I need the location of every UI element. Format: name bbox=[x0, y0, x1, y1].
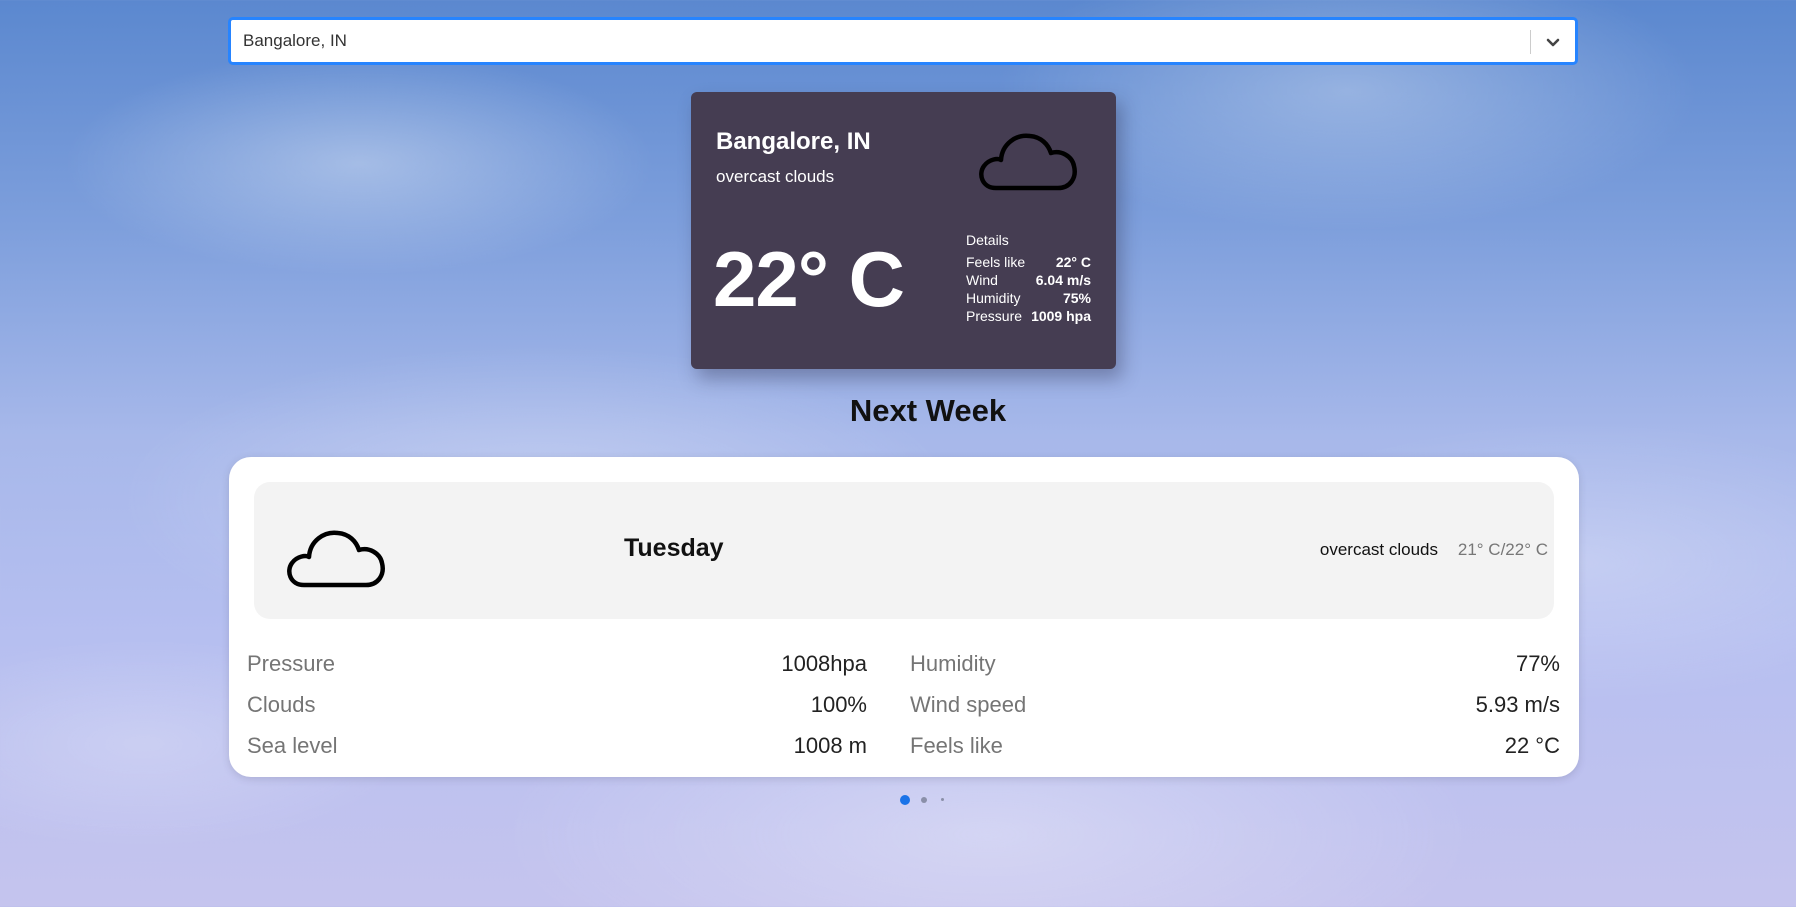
forecast-heading: Next Week bbox=[849, 393, 1007, 428]
carousel-dot-active[interactable] bbox=[900, 795, 910, 805]
forecast-details-left: Pressure 1008hpa Clouds 100% Sea level 1… bbox=[247, 643, 867, 766]
details-value: 75% bbox=[1062, 290, 1091, 306]
carousel-dot[interactable] bbox=[921, 797, 927, 803]
details-value: 6.04 m/s bbox=[1035, 272, 1091, 288]
forecast-detail-label: Clouds bbox=[247, 692, 316, 717]
forecast-detail-row: Humidity 77% bbox=[910, 643, 1560, 684]
dropdown-separator bbox=[1530, 30, 1531, 54]
details-row: Wind 6.04 m/s bbox=[966, 271, 1091, 289]
details-row: Humidity 75% bbox=[966, 289, 1091, 307]
forecast-accordion: Tuesday overcast clouds 21° C/22° C Pres… bbox=[229, 457, 1579, 777]
forecast-detail-row: Sea level 1008 m bbox=[247, 725, 867, 766]
cloud-icon bbox=[974, 118, 1082, 196]
forecast-detail-row: Wind speed 5.93 m/s bbox=[910, 684, 1560, 725]
forecast-detail-row: Feels like 22 °C bbox=[910, 725, 1560, 766]
forecast-day-description: overcast clouds bbox=[1319, 540, 1438, 559]
details-row: Pressure 1009 hpa bbox=[966, 307, 1091, 325]
chevron-down-icon[interactable] bbox=[1541, 30, 1565, 54]
forecast-day-range: 21° C/22° C bbox=[1457, 540, 1548, 559]
carousel-dot[interactable] bbox=[941, 798, 944, 801]
current-temperature: 22° C bbox=[713, 235, 905, 323]
forecast-detail-label: Feels like bbox=[910, 733, 1003, 758]
forecast-detail-label: Wind speed bbox=[910, 692, 1027, 717]
details-value: 1009 hpa bbox=[1031, 308, 1091, 324]
details-title: Details bbox=[966, 232, 1009, 248]
forecast-detail-value: 1008hpa bbox=[781, 651, 867, 676]
forecast-detail-value: 100% bbox=[810, 692, 867, 717]
details-value: 22° C bbox=[1055, 254, 1091, 270]
current-city: Bangalore, IN bbox=[716, 128, 871, 155]
forecast-detail-value: 1008 m bbox=[793, 733, 867, 758]
city-search-select[interactable]: Bangalore, IN bbox=[229, 18, 1577, 64]
cloud-icon bbox=[282, 516, 390, 592]
details-label: Feels like bbox=[966, 254, 1026, 270]
forecast-detail-value: 77% bbox=[1515, 651, 1560, 676]
forecast-day-header[interactable]: Tuesday overcast clouds 21° C/22° C bbox=[254, 482, 1554, 619]
details-label: Wind bbox=[966, 272, 998, 288]
forecast-detail-row: Clouds 100% bbox=[247, 684, 867, 725]
details-row: Feels like 22° C bbox=[966, 253, 1091, 271]
details-label: Humidity bbox=[966, 290, 1021, 306]
carousel-dots bbox=[898, 793, 958, 807]
forecast-detail-label: Sea level bbox=[247, 733, 338, 758]
details-label: Pressure bbox=[966, 308, 1023, 324]
forecast-detail-label: Humidity bbox=[910, 651, 996, 676]
current-details: Details Feels like 22° C Wind 6.04 m/s H… bbox=[966, 232, 1091, 325]
forecast-detail-value: 5.93 m/s bbox=[1475, 692, 1560, 717]
forecast-detail-value: 22 °C bbox=[1504, 733, 1560, 758]
forecast-details-right: Humidity 77% Wind speed 5.93 m/s Feels l… bbox=[910, 643, 1560, 766]
current-weather-card: Bangalore, IN overcast clouds 22° C Deta… bbox=[691, 92, 1116, 369]
search-value[interactable]: Bangalore, IN bbox=[243, 20, 347, 62]
forecast-detail-row: Pressure 1008hpa bbox=[247, 643, 867, 684]
current-description: overcast clouds bbox=[716, 167, 835, 186]
forecast-detail-label: Pressure bbox=[247, 651, 336, 676]
forecast-day-name: Tuesday bbox=[624, 534, 724, 562]
